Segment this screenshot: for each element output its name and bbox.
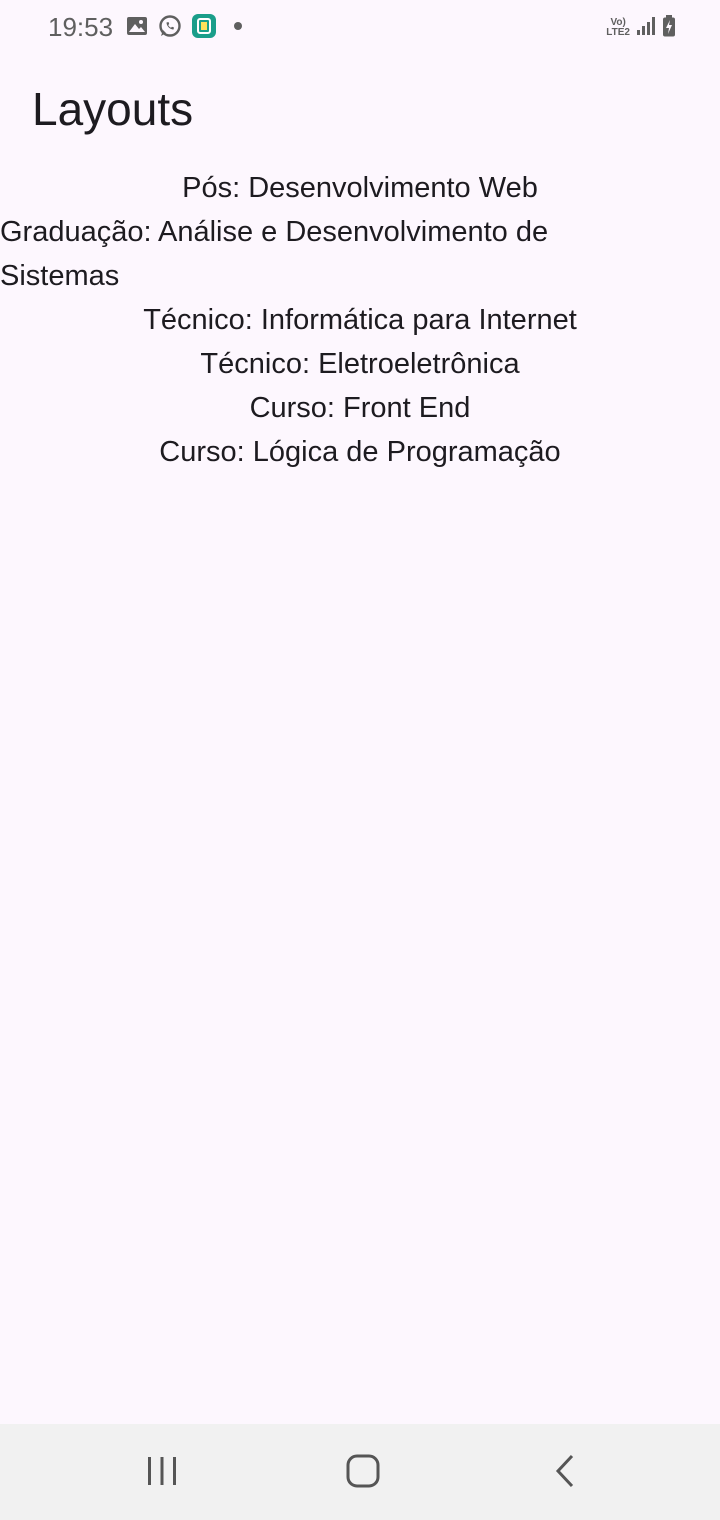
notification-icons: [126, 13, 246, 43]
battery-icon: [662, 14, 676, 42]
system-icons: Vo) LTE2: [606, 14, 676, 42]
list-item: Curso: Lógica de Programação: [159, 436, 561, 468]
list-item: Graduação: Análise e Desenvolvimento de …: [0, 216, 549, 292]
list-item: Pós: Desenvolvimento Web: [182, 172, 538, 204]
list-item: Técnico: Eletroeletrônica: [200, 348, 520, 380]
status-time: 19:53: [48, 12, 114, 42]
page-title: Layouts: [32, 83, 194, 135]
home-icon: [346, 1454, 380, 1493]
status-bar: 19:53 Vo) LTE2: [0, 0, 720, 56]
app-notification-icon: [192, 13, 216, 43]
signal-icon: [636, 16, 656, 41]
recent-apps-button[interactable]: [132, 1448, 192, 1498]
home-button[interactable]: [333, 1448, 393, 1498]
back-button[interactable]: [535, 1448, 595, 1498]
list-item: Técnico: Informática para Internet: [143, 304, 577, 336]
list-item: Curso: Front End: [249, 392, 471, 424]
whatsapp-icon: [158, 14, 182, 43]
recent-apps-icon: [146, 1456, 178, 1491]
back-icon: [553, 1454, 577, 1493]
navigation-bar: [0, 1424, 720, 1520]
volte-icon: Vo) LTE2: [606, 18, 630, 38]
dot-icon: [226, 16, 246, 41]
course-list: Pós: Desenvolvimento Web Graduação: Anál…: [0, 166, 720, 474]
lte-label: LTE2: [606, 27, 630, 38]
gallery-icon: [126, 16, 148, 41]
